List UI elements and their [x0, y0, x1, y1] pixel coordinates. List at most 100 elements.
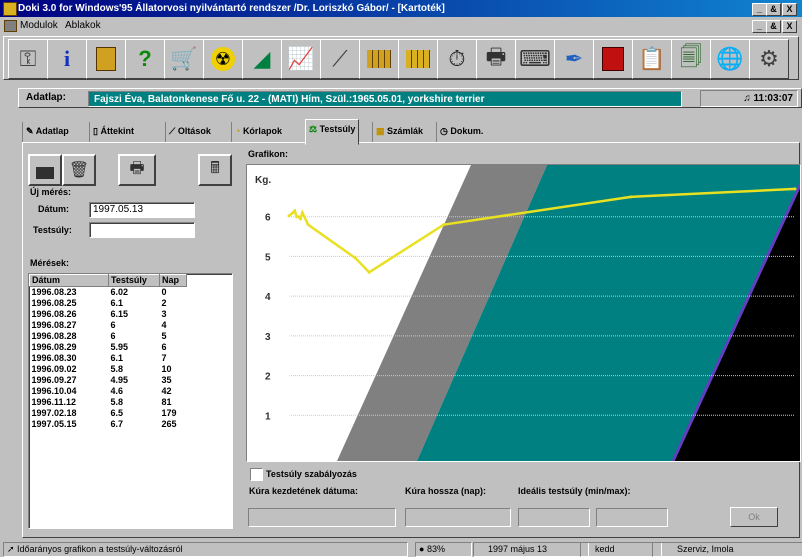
close-button[interactable]: X	[782, 3, 797, 16]
globe-icon[interactable]: 🌐	[710, 39, 750, 79]
data-point	[298, 217, 302, 221]
measures-table-frame[interactable]: Dátum Testsúly Nap 1996.08.23 6.02 0 1996.0…	[28, 273, 233, 529]
child-close-button[interactable]: X	[782, 20, 797, 33]
row-day: 0	[161, 287, 167, 297]
row-day: 10	[161, 364, 172, 374]
table-row[interactable]: 1996.08.30 6.1 7	[30, 353, 187, 364]
table-row[interactable]: 1997.02.18 6.5 179	[30, 408, 187, 419]
notes-icon[interactable]: 📋	[632, 39, 672, 79]
stopwatch-icon[interactable]: ⏱	[437, 39, 477, 79]
row-day: 2	[161, 298, 167, 308]
key-icon[interactable]: ⚿	[8, 39, 48, 79]
print-button[interactable]: 🖶	[118, 154, 156, 186]
tab-attekint[interactable]: ▯ Áttekint	[89, 122, 137, 142]
date-input[interactable]: 1997.05.13	[89, 202, 195, 218]
ok-button[interactable]: Ok	[730, 507, 778, 527]
row-weight: 4.6	[110, 386, 124, 396]
tab-label: Áttekint	[100, 126, 134, 136]
title-bar: Doki 3.0 for Windows'95 Állatorvosi nyil…	[0, 0, 802, 17]
length-field[interactable]	[405, 508, 511, 527]
row-weight: 6.02	[110, 287, 129, 297]
table-row[interactable]: 1997.05.15 6.7 265	[30, 419, 187, 430]
column-header-weight[interactable]: Testsúly	[108, 274, 160, 287]
tab-label: Oltások	[177, 126, 211, 136]
status-hint-text: Időarányos grafikon a testsúly-változásr…	[17, 544, 183, 554]
child-maximize-button[interactable]: &	[766, 20, 781, 33]
tab-adatlap[interactable]: ✎ Adatlap	[22, 122, 72, 142]
book-icon[interactable]	[593, 39, 633, 79]
column-header-date[interactable]: Dátum	[29, 274, 109, 287]
table-row[interactable]: 1996.08.27 6 4	[30, 320, 187, 331]
scalpel-icon[interactable]: ◢	[242, 39, 282, 79]
ideal-max-field[interactable]	[596, 508, 668, 527]
help-icon[interactable]: ?	[125, 39, 165, 79]
start-date-field[interactable]	[248, 508, 396, 527]
settings-icon[interactable]: ⚙	[749, 39, 789, 79]
printer-icon: 🖶	[129, 159, 145, 177]
clock-time: 11:03:07	[753, 93, 793, 104]
table-row[interactable]: 1996.08.23 6.02 0	[30, 287, 187, 299]
table-row[interactable]: 1996.11.12 5.8 81	[30, 397, 187, 408]
tab-szamlak[interactable]: ▦ Számlák	[372, 122, 426, 142]
date-label: Dátum:	[38, 204, 69, 214]
row-date: 1997.05.15	[31, 419, 77, 429]
menu-ablakok[interactable]: Ablakok	[65, 17, 101, 34]
tab-dokum[interactable]: ◷ Dokum.	[436, 122, 486, 142]
weight-chart: 1 2 3 4 5 6 Kg.	[246, 164, 802, 462]
chart-icon[interactable]: 📈	[281, 39, 321, 79]
delete-button[interactable]: 🗑	[62, 154, 96, 186]
minimize-button[interactable]: _	[752, 3, 767, 16]
start-date-label: Kúra kezdetének dátuma:	[249, 486, 359, 496]
dropper-icon[interactable]: ✒	[554, 39, 594, 79]
table-row[interactable]: 1996.08.26 6.15 3	[30, 309, 187, 320]
tab-oltasok[interactable]: ⟋ Oltások	[165, 122, 214, 142]
table-row[interactable]: 1996.10.04 4.6 42	[30, 386, 187, 397]
table-row[interactable]: 1996.08.29 5.95 6	[30, 342, 187, 353]
calculator-icon[interactable]	[86, 39, 126, 79]
cart-icon[interactable]: 🛒	[164, 39, 204, 79]
save-button[interactable]	[28, 154, 62, 186]
child-minimize-button[interactable]: _	[752, 20, 767, 33]
weight-control-checkbox[interactable]	[250, 468, 263, 481]
row-weight: 6.5	[110, 408, 124, 418]
tab-korlapok[interactable]: ◔ Kórlapok	[231, 122, 285, 142]
row-weight: 6.1	[110, 353, 124, 363]
column-header-day[interactable]: Nap	[159, 274, 187, 287]
radiation-icon[interactable]: ☢	[203, 39, 243, 79]
trash-icon: 🗑	[68, 162, 90, 179]
info-icon[interactable]: i	[47, 39, 87, 79]
folder-icon: ◔	[235, 126, 243, 136]
table-row[interactable]: 1996.08.28 6 5	[30, 331, 187, 342]
status-zoom-text: 83%	[426, 544, 445, 554]
calculator-button[interactable]: 🖩	[198, 154, 232, 186]
calendar-icon[interactable]	[359, 39, 399, 79]
table-row[interactable]: 1996.09.02 5.8 10	[30, 364, 187, 375]
row-weight: 6	[110, 320, 116, 330]
status-user: Szerviz, Imola	[652, 542, 802, 557]
maximize-button[interactable]: &	[766, 3, 781, 16]
length-label: Kúra hossza (nap):	[405, 486, 487, 496]
graph-label: Grafikon:	[248, 149, 289, 159]
row-date: 1997.02.18	[31, 408, 77, 418]
invoice-icon: ▦	[376, 126, 388, 136]
table-row[interactable]: 1996.08.25 6.1 2	[30, 298, 187, 309]
table-row[interactable]: 1996.09.27 4.95 35	[30, 375, 187, 386]
tab-testsuly[interactable]: ⚖ Testsúly	[305, 119, 360, 145]
row-weight: 6.15	[110, 309, 129, 319]
typewriter-icon[interactable]: ⌨	[515, 39, 555, 79]
clock-icon: ◷	[440, 126, 451, 136]
row-weight: 5.95	[110, 342, 129, 352]
tab-label: Számlák	[387, 126, 424, 136]
syringe-icon[interactable]: ⟋	[320, 39, 360, 79]
documents-icon[interactable]: 🗐	[671, 39, 711, 79]
tab-label: Adatlap	[35, 126, 69, 136]
menu-bar: Modulok Ablakok _ & X	[0, 17, 802, 34]
menu-modulok[interactable]: Modulok	[20, 17, 58, 34]
patient-label: Adatlap:	[26, 92, 66, 103]
data-point	[354, 256, 358, 260]
printer-icon[interactable]: 🖶	[476, 39, 516, 79]
status-date: 1997 május 13	[473, 542, 589, 557]
calendar-grid-icon[interactable]	[398, 39, 438, 79]
ideal-min-field[interactable]	[518, 508, 590, 527]
weight-input[interactable]	[89, 222, 195, 238]
